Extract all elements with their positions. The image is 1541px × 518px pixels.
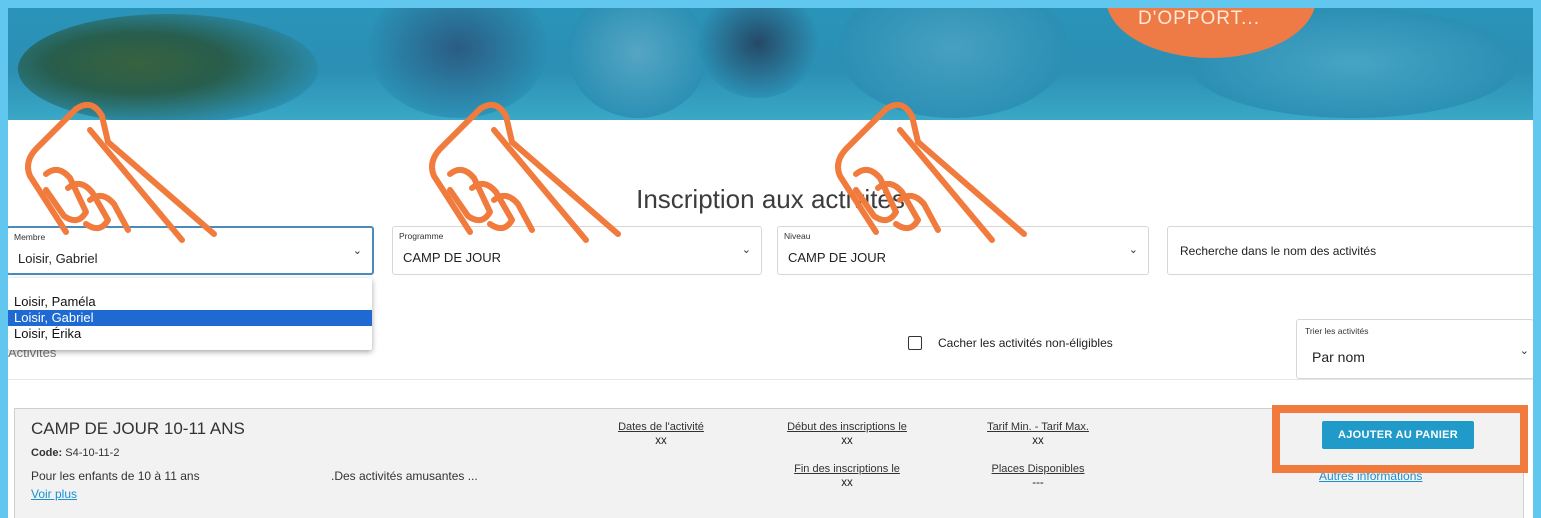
registration-end: Fin des inscriptions le xx — [767, 463, 927, 489]
membre-option[interactable]: Loisir, Érika — [8, 326, 372, 342]
dates-label: Dates de l'activité — [618, 421, 704, 433]
tarif-label: Tarif Min. - Tarif Max. — [987, 421, 1089, 433]
activity-dates: Dates de l'activité xx — [581, 421, 741, 447]
page-title: Inscription aux activités — [636, 184, 905, 214]
sort-value: Par nom — [1312, 349, 1365, 365]
hero-badge-text: D'OPPORT... — [1138, 8, 1260, 29]
section-divider — [8, 379, 1533, 380]
membre-value: Loisir, Gabriel — [18, 251, 98, 266]
sort-select[interactable]: Trier les activités Par nom ⌄ — [1296, 319, 1533, 379]
registration-start: Début des inscriptions le xx — [767, 421, 927, 447]
annotation-highlight-box — [1272, 405, 1528, 473]
end-value: xx — [841, 477, 853, 489]
search-placeholder: Recherche dans le nom des activités — [1180, 244, 1377, 258]
places-available: Places Disponibles --- — [958, 463, 1118, 489]
hero-banner: D'OPPORT... — [8, 8, 1533, 120]
dates-value: xx — [655, 435, 667, 447]
niveau-label: Niveau — [784, 231, 811, 241]
hide-ineligible-label[interactable]: Cacher les activités non-éligibles — [938, 336, 1113, 350]
page-frame: D'OPPORT... Inscription aux activités Me… — [8, 8, 1533, 518]
activity-excerpt: .Des activités amusantes ... — [331, 469, 478, 483]
niveau-value: CAMP DE JOUR — [788, 250, 886, 265]
tarif-value: xx — [1032, 435, 1044, 447]
see-more-link[interactable]: Voir plus — [31, 487, 77, 501]
activity-title: CAMP DE JOUR 10-11 ANS — [31, 419, 245, 438]
membre-dropdown-list: Loisir, Paméla Loisir, Gabriel Loisir, É… — [8, 278, 372, 350]
places-value: --- — [1032, 477, 1044, 489]
start-label: Début des inscriptions le — [787, 421, 907, 433]
sort-label: Trier les activités — [1305, 326, 1369, 336]
activity-description: Pour les enfants de 10 à 11 ans — [31, 469, 200, 483]
activity-code: Code: S4-10-11-2 — [31, 447, 119, 459]
pointing-hand-icon — [25, 101, 217, 243]
membre-option-selected[interactable]: Loisir, Gabriel — [8, 310, 372, 326]
activity-code-value: S4-10-11-2 — [65, 447, 120, 459]
hide-ineligible-checkbox[interactable] — [908, 336, 922, 350]
pointing-hand-icon — [429, 101, 621, 243]
activity-search-input[interactable]: Recherche dans le nom des activités — [1167, 226, 1533, 275]
chevron-down-icon: ⌄ — [352, 245, 362, 257]
places-label: Places Disponibles — [991, 463, 1085, 475]
chevron-down-icon: ⌄ — [741, 244, 751, 256]
membre-option[interactable]: Loisir, Paméla — [8, 294, 372, 310]
programme-value: CAMP DE JOUR — [403, 250, 501, 265]
activity-code-label: Code: — [31, 447, 63, 459]
chevron-down-icon: ⌄ — [1519, 345, 1529, 357]
end-label: Fin des inscriptions le — [794, 463, 900, 475]
activity-price: Tarif Min. - Tarif Max. xx — [958, 421, 1118, 447]
start-value: xx — [841, 435, 853, 447]
pointing-hand-icon — [835, 101, 1027, 243]
chevron-down-icon: ⌄ — [1128, 244, 1138, 256]
